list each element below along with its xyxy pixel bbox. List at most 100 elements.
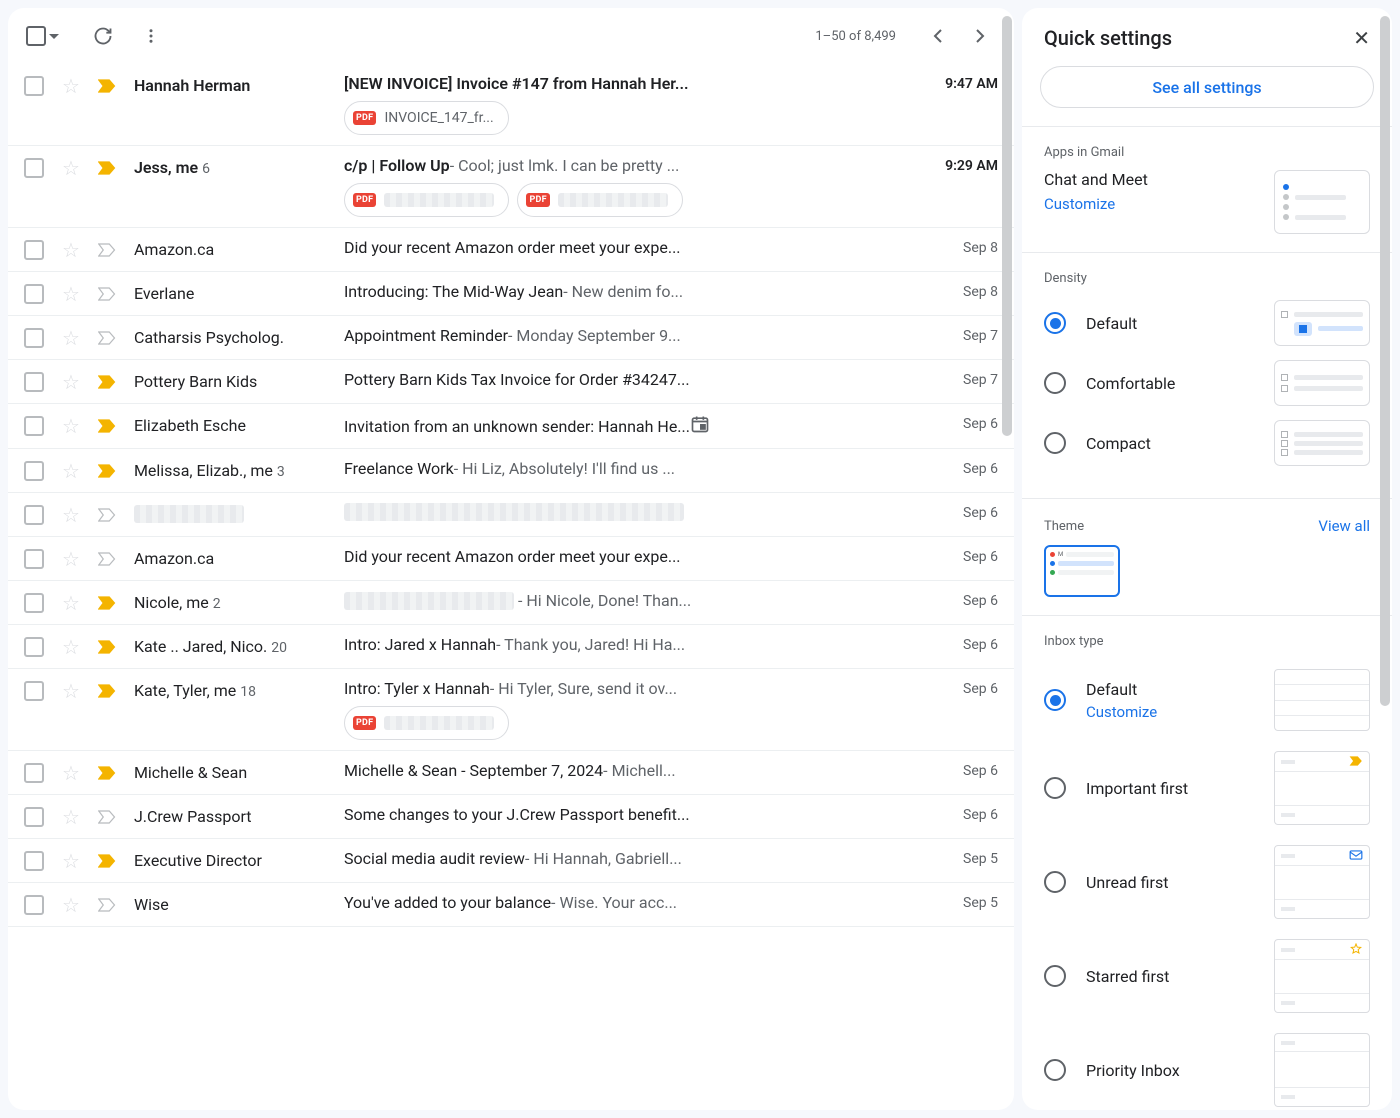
important-icon[interactable] [98, 462, 116, 480]
next-page-button[interactable] [964, 28, 996, 44]
settings-scrollbar[interactable] [1380, 16, 1390, 706]
email-checkbox[interactable] [24, 416, 44, 436]
email-checkbox[interactable] [24, 284, 44, 304]
radio-icon[interactable] [1044, 372, 1066, 394]
star-icon[interactable]: ☆ [62, 895, 80, 915]
email-row[interactable]: ☆ Nicole, me2 - Hi Nicole, Done! Than...… [8, 581, 1014, 625]
email-checkbox[interactable] [24, 681, 44, 701]
email-row[interactable]: ☆ Melissa, Elizab., me3 Freelance Work -… [8, 449, 1014, 493]
attachment-chip[interactable]: PDFINVOICE_147_fr... [344, 101, 509, 135]
email-checkbox[interactable] [24, 807, 44, 827]
star-icon[interactable]: ☆ [62, 763, 80, 783]
important-icon[interactable] [98, 77, 116, 95]
email-checkbox[interactable] [24, 549, 44, 569]
inbox-customize-link[interactable]: Customize [1086, 703, 1157, 721]
email-checkbox[interactable] [24, 240, 44, 260]
important-icon[interactable] [98, 896, 116, 914]
close-settings-button[interactable]: ✕ [1353, 26, 1370, 50]
email-row[interactable]: ☆ Kate, Tyler, me18 Intro: Tyler x Hanna… [8, 669, 1014, 751]
email-checkbox[interactable] [24, 851, 44, 871]
email-row[interactable]: ☆ Catharsis Psycholog. Appointment Remin… [8, 316, 1014, 360]
inbox-type-option[interactable]: DefaultCustomize [1044, 669, 1370, 731]
attachment-chip[interactable]: PDF [344, 706, 510, 740]
inbox-type-option[interactable]: Important first [1044, 751, 1370, 825]
important-icon[interactable] [98, 808, 116, 826]
email-checkbox[interactable] [24, 763, 44, 783]
email-checkbox[interactable] [24, 593, 44, 613]
inbox-type-option[interactable]: Unread first [1044, 845, 1370, 919]
star-icon[interactable]: ☆ [62, 461, 80, 481]
email-row[interactable]: ☆ J.Crew Passport Some changes to your J… [8, 795, 1014, 839]
email-row[interactable]: ☆ Pottery Barn Kids Pottery Barn Kids Ta… [8, 360, 1014, 404]
email-row[interactable]: ☆ Sep 6 [8, 493, 1014, 537]
attachment-chip[interactable]: PDF [344, 183, 510, 217]
refresh-button[interactable] [91, 24, 115, 48]
star-icon[interactable]: ☆ [62, 851, 80, 871]
density-option[interactable]: Compact [1044, 420, 1370, 466]
radio-icon[interactable] [1044, 1059, 1066, 1081]
important-icon[interactable] [98, 852, 116, 870]
email-row[interactable]: ☆ Hannah Herman [NEW INVOICE] Invoice #1… [8, 64, 1014, 146]
radio-icon[interactable] [1044, 689, 1066, 711]
density-option[interactable]: Default [1044, 300, 1370, 346]
star-icon[interactable]: ☆ [62, 240, 80, 260]
star-icon[interactable]: ☆ [62, 416, 80, 436]
important-icon[interactable] [98, 159, 116, 177]
important-icon[interactable] [98, 373, 116, 391]
chat-meet-customize-link[interactable]: Customize [1044, 195, 1148, 213]
star-icon[interactable]: ☆ [62, 549, 80, 569]
radio-icon[interactable] [1044, 312, 1066, 334]
theme-thumbnail[interactable]: M [1044, 545, 1120, 597]
theme-view-all-link[interactable]: View all [1318, 517, 1370, 535]
see-all-settings-button[interactable]: See all settings [1040, 66, 1374, 108]
email-checkbox[interactable] [24, 505, 44, 525]
email-row[interactable]: ☆ Kate .. Jared, Nico.20 Intro: Jared x … [8, 625, 1014, 669]
email-row[interactable]: ☆ Michelle & Sean Michelle & Sean - Sept… [8, 751, 1014, 795]
density-option[interactable]: Comfortable [1044, 360, 1370, 406]
important-icon[interactable] [98, 638, 116, 656]
email-checkbox[interactable] [24, 158, 44, 178]
star-icon[interactable]: ☆ [62, 681, 80, 701]
radio-icon[interactable] [1044, 432, 1066, 454]
important-icon[interactable] [98, 682, 116, 700]
star-icon[interactable]: ☆ [62, 807, 80, 827]
email-row[interactable]: ☆ Wise You've added to your balance - Wi… [8, 883, 1014, 927]
star-icon[interactable]: ☆ [62, 76, 80, 96]
star-icon[interactable]: ☆ [62, 505, 80, 525]
star-icon[interactable]: ☆ [62, 593, 80, 613]
radio-icon[interactable] [1044, 965, 1066, 987]
star-icon[interactable]: ☆ [62, 328, 80, 348]
email-row[interactable]: ☆ Jess, me6 c/p | Follow Up - Cool; just… [8, 146, 1014, 228]
email-checkbox[interactable] [24, 637, 44, 657]
star-icon[interactable]: ☆ [62, 284, 80, 304]
email-checkbox[interactable] [24, 372, 44, 392]
important-icon[interactable] [98, 329, 116, 347]
email-checkbox[interactable] [24, 76, 44, 96]
important-icon[interactable] [98, 594, 116, 612]
star-icon[interactable]: ☆ [62, 637, 80, 657]
important-icon[interactable] [98, 764, 116, 782]
important-icon[interactable] [98, 285, 116, 303]
important-icon[interactable] [98, 550, 116, 568]
email-row[interactable]: ☆ Everlane Introducing: The Mid-Way Jean… [8, 272, 1014, 316]
radio-icon[interactable] [1044, 871, 1066, 893]
star-icon[interactable]: ☆ [62, 372, 80, 392]
email-row[interactable]: ☆ Elizabeth Esche Invitation from an unk… [8, 404, 1014, 449]
email-row[interactable]: ☆ Amazon.ca Did your recent Amazon order… [8, 228, 1014, 272]
important-icon[interactable] [98, 417, 116, 435]
important-icon[interactable] [98, 241, 116, 259]
email-checkbox[interactable] [24, 328, 44, 348]
attachment-chip[interactable]: PDF [517, 183, 683, 217]
email-checkbox[interactable] [24, 461, 44, 481]
email-row[interactable]: ☆ Amazon.ca Did your recent Amazon order… [8, 537, 1014, 581]
more-button[interactable] [139, 24, 163, 48]
select-all-checkbox[interactable] [26, 26, 46, 46]
email-list[interactable]: ☆ Hannah Herman [NEW INVOICE] Invoice #1… [8, 64, 1014, 1110]
select-all-dropdown[interactable] [26, 26, 59, 46]
scrollbar[interactable] [1002, 16, 1012, 436]
important-icon[interactable] [98, 506, 116, 524]
email-row[interactable]: ☆ Executive Director Social media audit … [8, 839, 1014, 883]
inbox-type-option[interactable]: Priority Inbox [1044, 1033, 1370, 1107]
star-icon[interactable]: ☆ [62, 158, 80, 178]
email-checkbox[interactable] [24, 895, 44, 915]
